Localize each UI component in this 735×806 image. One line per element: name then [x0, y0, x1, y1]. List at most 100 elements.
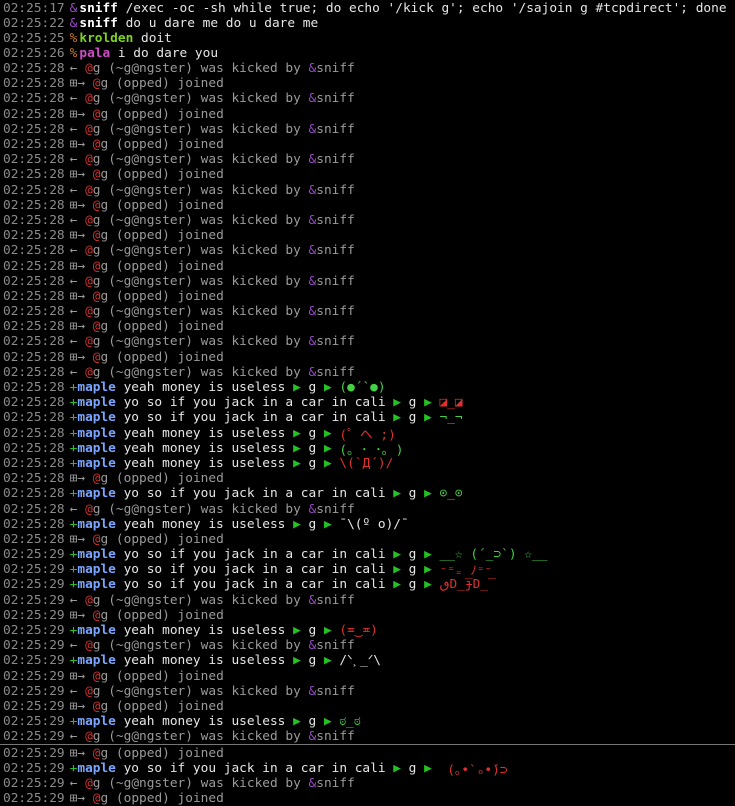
timestamp: 02:25:28 [3, 364, 65, 380]
op-prefix: @ [92, 288, 101, 304]
nick-g: g [100, 288, 116, 304]
part-arrow-icon: ← [69, 334, 86, 350]
nick-g: g [92, 182, 109, 198]
kick-text: (~g@ngster) was kicked by [108, 121, 309, 137]
nick-g: g [300, 440, 324, 456]
op-prefix: @ [92, 745, 101, 761]
op-prefix: @ [92, 698, 101, 714]
message-text: do u dare me do u dare me [117, 16, 319, 31]
log-line: 02:25:28 ⊞ → @ g (opped) joined [0, 258, 735, 274]
message-text: yo so if you jack in a car in cali [115, 410, 394, 426]
op-prefix: & [308, 61, 317, 77]
log-line: 02:25:28 ⊞ → @ g (opped) joined [0, 471, 735, 486]
message-text: /exec -oc -sh while true; do echo '/kick… [117, 0, 727, 16]
nick-sniff: sniff [316, 61, 355, 77]
message-text: yo so if you jack in a car in cali [115, 577, 394, 593]
log-line: 02:25:28 + maple yo so if you jack in a ca… [0, 395, 735, 410]
timestamp: 02:25:26 [3, 46, 65, 61]
part-arrow-icon: ← [69, 304, 86, 320]
nick-sniff: sniff [316, 273, 355, 289]
nick-maple: maple [77, 455, 116, 471]
log-line: 02:25:29 + maple yo so if you jack in a ca… [0, 562, 735, 577]
op-prefix: @ [92, 349, 101, 365]
nick-g: g [300, 380, 324, 396]
nick-g: g [300, 653, 324, 669]
join-arrow-icon: → [77, 197, 93, 213]
nick-prefix: & [69, 0, 78, 16]
log-line: 02:25:29 + maple yo so if you jack in a ca… [0, 577, 735, 592]
nick: krolden [79, 31, 134, 46]
emoticon: ¯\(º o)/¯ [331, 516, 409, 532]
nick: sniff [79, 0, 118, 16]
timestamp: 02:25:28 [3, 61, 65, 77]
triangle-icon: ▶ [293, 425, 301, 441]
timestamp: 02:25:28 [3, 440, 65, 456]
nick-g: g [100, 167, 116, 183]
voice-prefix: + [69, 455, 78, 471]
message-text: yeah money is useless [115, 455, 294, 471]
timestamp: 02:25:28 [3, 91, 65, 107]
message-text: yo so if you jack in a car in cali [115, 547, 394, 563]
kick-text: (~g@ngster) was kicked by [108, 592, 309, 608]
join-arrow-icon: → [77, 791, 93, 806]
message-text: yo so if you jack in a car in cali [115, 395, 394, 411]
kick-text: (~g@ngster) was kicked by [108, 638, 309, 654]
nick-g: g [400, 395, 425, 411]
op-prefix: @ [92, 76, 101, 92]
emoticon: ⁻⁼₌_ﾉ⁼⁻ [431, 564, 493, 578]
log-line: 02:25:28 ← @ g (~g@ngster) was kicked by &… [0, 365, 735, 380]
nick-sniff: sniff [316, 592, 355, 608]
triangle-icon: ▶ [293, 455, 301, 471]
voice-prefix: + [69, 760, 78, 776]
nick-g: g [100, 471, 116, 487]
op-prefix: & [308, 182, 317, 198]
kick-text: (~g@ngster) was kicked by [108, 683, 309, 699]
nick-sniff: sniff [316, 121, 355, 137]
nick-sniff: sniff [316, 729, 355, 745]
join-arrow-icon: → [77, 698, 93, 714]
op-prefix: @ [92, 607, 101, 623]
timestamp: 02:25:28 [3, 121, 65, 137]
nick-sniff: sniff [316, 683, 355, 699]
log-line: 02:25:28 ← @ g (~g@ngster) was kicked by &… [0, 304, 735, 319]
voice-prefix: + [69, 714, 78, 730]
nick-maple: maple [77, 653, 116, 669]
kick-text: (~g@ngster) was kicked by [108, 501, 309, 517]
join-text: (opped) joined [115, 319, 224, 335]
part-arrow-icon: ← [69, 729, 86, 745]
op-prefix: @ [92, 106, 101, 122]
join-box-icon: ⊞ [69, 76, 78, 92]
triangle-icon: ▶ [393, 760, 401, 776]
log-line: 02:25:29 + maple yeah money is useless ▶ g… [0, 653, 735, 668]
timestamp: 02:25:28 [3, 349, 65, 365]
join-text: (opped) joined [115, 791, 224, 806]
triangle-icon: ▶ [323, 516, 332, 532]
log-line: 02:25:29 ← @ g (~g@ngster) was kicked by &… [0, 593, 735, 608]
log-line: 02:25:22 & sniff do u dare me do u dare me [0, 16, 735, 31]
log-line: 02:25:29 ⊞ → @ g (opped) joined [0, 791, 735, 806]
join-arrow-icon: → [77, 668, 93, 684]
part-arrow-icon: ← [69, 638, 86, 654]
log-line: 02:25:29 ⊞ → @ g (opped) joined [0, 608, 735, 623]
nick-g: g [100, 228, 116, 244]
op-prefix: @ [85, 91, 93, 107]
kick-text: (~g@ngster) was kicked by [108, 243, 309, 259]
op-prefix: @ [85, 182, 93, 198]
kick-text: (~g@ngster) was kicked by [108, 364, 309, 380]
nick-sniff: sniff [316, 304, 355, 320]
nick-g: g [92, 273, 109, 289]
triangle-icon: ▶ [393, 486, 401, 502]
join-box-icon: ⊞ [69, 228, 78, 244]
log-line: 02:25:29 ⊞ → @ g (opped) joined [0, 699, 735, 714]
nick-g: g [300, 714, 324, 730]
timestamp: 02:25:28 [3, 395, 65, 411]
nick-maple: maple [77, 547, 116, 563]
nick-g: g [100, 791, 116, 806]
log-line: 02:25:29 + maple yeah money is useless ▶ g… [0, 714, 735, 729]
log-line: 02:25:28 + maple yo so if you jack in a ca… [0, 486, 735, 501]
triangle-icon: ▶ [323, 623, 332, 639]
log-line: 02:25:28 + maple yeah money is useless ▶ g… [0, 456, 735, 471]
nick-g: g [100, 745, 116, 761]
join-arrow-icon: → [77, 607, 93, 623]
timestamp: 02:25:28 [3, 288, 65, 304]
